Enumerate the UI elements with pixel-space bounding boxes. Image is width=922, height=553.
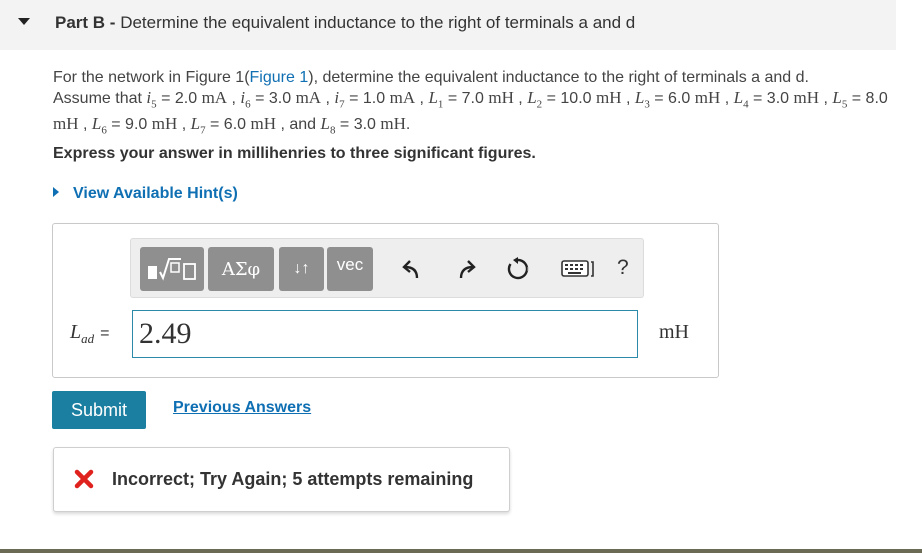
part-title: Part B - Determine the equivalent induct…: [55, 13, 636, 32]
feedback-text: Incorrect; Try Again; 5 attempts remaini…: [112, 469, 474, 489]
problem-statement: For the network in Figure 1(Figure 1), d…: [53, 69, 888, 137]
subscript-superscript-button[interactable]: ↓↑: [279, 247, 324, 291]
answer-instruction: Express your answer in millihenries to t…: [53, 145, 536, 162]
keyboard-icon[interactable]: [561, 259, 597, 279]
reset-icon[interactable]: [506, 257, 530, 281]
math-toolbar: ΑΣφ ↓↑ vec ?: [130, 238, 644, 298]
answer-unit: mH: [659, 321, 689, 343]
previous-answers-link[interactable]: Previous Answers: [173, 399, 311, 417]
help-button[interactable]: ?: [617, 256, 629, 280]
fraction-sqrt-template-icon: [148, 258, 196, 281]
answer-variable-label: Lad =: [70, 321, 110, 346]
greek-symbols-button[interactable]: ΑΣφ: [208, 247, 274, 291]
undo-icon[interactable]: [402, 259, 424, 279]
fraction-sqrt-template-button[interactable]: [140, 247, 204, 291]
figure-link[interactable]: Figure 1: [250, 69, 309, 86]
bottom-divider: [0, 549, 922, 553]
answer-input[interactable]: [132, 310, 638, 358]
vector-button[interactable]: vec: [327, 247, 373, 291]
submit-button[interactable]: Submit: [52, 391, 146, 429]
x-icon: [74, 469, 94, 494]
feedback-message-box: Incorrect; Try Again; 5 attempts remaini…: [53, 447, 510, 512]
collapse-caret-icon[interactable]: [18, 18, 30, 25]
part-header[interactable]: Part B - Determine the equivalent induct…: [0, 0, 896, 50]
redo-icon[interactable]: [454, 259, 476, 279]
caret-right-icon: [53, 187, 59, 197]
answer-area: ΑΣφ ↓↑ vec ? Lad = 2.49 mH: [52, 223, 719, 378]
view-hints-link[interactable]: View Available Hint(s): [53, 185, 238, 203]
